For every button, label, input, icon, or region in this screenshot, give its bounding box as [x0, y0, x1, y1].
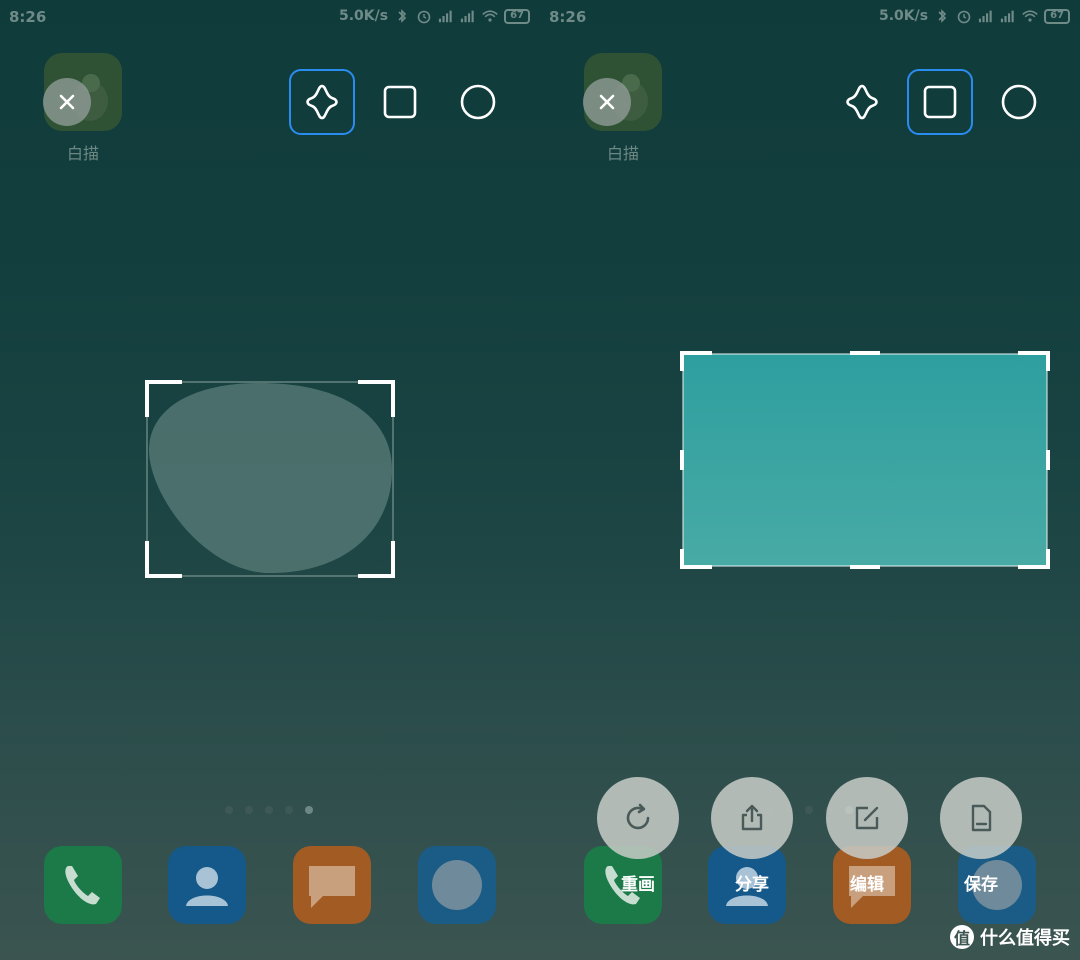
rectangle-selection — [683, 354, 1047, 566]
freeform-shape-button[interactable] — [831, 71, 893, 133]
save-icon — [971, 804, 992, 832]
circle-shape-button[interactable] — [988, 71, 1050, 133]
browser-icon — [418, 846, 496, 924]
redraw-button[interactable] — [597, 777, 679, 859]
freeform-shape-icon — [846, 84, 878, 120]
save-button[interactable] — [940, 777, 1022, 859]
close-button[interactable] — [43, 78, 91, 126]
circle-shape-button[interactable] — [447, 71, 509, 133]
watermark-logo: 值 — [950, 925, 974, 949]
signal-icon — [438, 10, 452, 23]
message-icon — [293, 846, 371, 924]
network-speed: 5.0K/s — [338, 8, 389, 24]
dock-contacts-app[interactable] — [168, 846, 246, 924]
freeform-shape-button[interactable] — [289, 69, 355, 135]
circle-shape-icon — [460, 84, 496, 120]
page-dot — [265, 806, 273, 814]
wifi-icon — [482, 10, 498, 22]
page-dot — [805, 806, 813, 814]
status-time: 8:26 — [9, 8, 47, 26]
share-label: 分享 — [735, 875, 769, 895]
rectangle-shape-button[interactable] — [907, 69, 973, 135]
app-label: 白描 — [606, 144, 639, 163]
circle-shape-icon — [1001, 84, 1037, 120]
alarm-icon — [957, 10, 971, 24]
rectangle-shape-icon — [923, 85, 957, 119]
watermark: 值 什么值得买 — [950, 924, 1070, 950]
redraw-icon — [626, 803, 650, 830]
network-speed: 5.0K/s — [878, 8, 929, 24]
selection-frame[interactable] — [140, 375, 402, 583]
share-button[interactable] — [711, 777, 793, 859]
share-icon — [741, 804, 763, 831]
page-dot — [225, 806, 233, 814]
freeform-selection — [149, 383, 392, 573]
selection-frame[interactable] — [678, 349, 1052, 571]
app-label: 白描 — [66, 144, 99, 163]
phone-icon — [44, 846, 122, 924]
corner-handle-bl[interactable] — [145, 541, 182, 578]
battery-indicator: 67 — [1044, 8, 1070, 24]
edit-label: 编辑 — [850, 875, 884, 895]
signal-hd-icon — [460, 10, 474, 23]
close-icon — [599, 94, 615, 110]
status-bar: 8:26 5.0K/s 67 — [0, 6, 540, 30]
battery-indicator: 67 — [504, 8, 530, 24]
dock-messages-app[interactable] — [293, 846, 371, 924]
corner-handle-br[interactable] — [358, 541, 395, 578]
edit-icon — [855, 806, 879, 830]
save-label: 保存 — [964, 875, 998, 895]
right-screen: 8:26 5.0K/s 67 白描 重画 分享 编辑 保存 值 什么值得买 — [540, 0, 1080, 960]
close-icon — [59, 94, 75, 110]
freeform-shape-icon — [306, 84, 338, 120]
watermark-text: 什么值得买 — [980, 928, 1070, 949]
rectangle-shape-button[interactable] — [369, 71, 431, 133]
contacts-icon — [168, 846, 246, 924]
alarm-icon — [417, 10, 431, 24]
status-icons: 5.0K/s 67 — [339, 8, 530, 24]
dock-browser-app[interactable] — [418, 846, 496, 924]
wifi-icon — [1022, 10, 1038, 22]
redraw-label: 重画 — [621, 875, 655, 895]
edit-button[interactable] — [826, 777, 908, 859]
status-icons: 5.0K/s 67 — [879, 8, 1070, 24]
bluetooth-icon — [398, 9, 407, 23]
status-time: 8:26 — [549, 8, 587, 26]
page-dot-active — [305, 806, 313, 814]
signal-icon — [978, 10, 992, 23]
page-dot — [245, 806, 253, 814]
bluetooth-icon — [938, 9, 947, 23]
signal-hd-icon — [1000, 10, 1014, 23]
close-button[interactable] — [583, 78, 631, 126]
status-bar: 8:26 5.0K/s 67 — [540, 6, 1080, 30]
left-screen: 8:26 5.0K/s 67 白描 — [0, 0, 540, 960]
rectangle-shape-icon — [383, 85, 417, 119]
page-dot — [285, 806, 293, 814]
dock-phone-app[interactable] — [44, 846, 122, 924]
page-indicator — [225, 806, 313, 814]
